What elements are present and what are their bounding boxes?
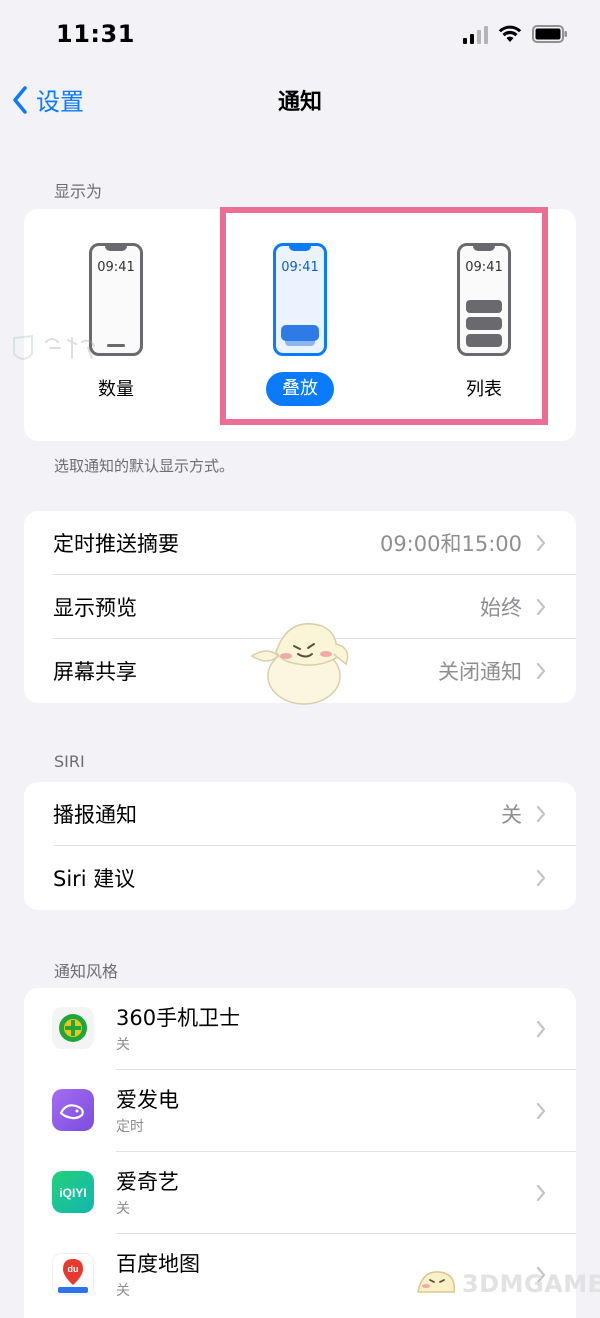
chevron-right-icon — [536, 534, 546, 552]
app-name: 360手机卫士 — [116, 1006, 241, 1030]
360-security-icon — [52, 1007, 94, 1049]
status-icons — [463, 24, 568, 44]
row-siri-suggestions[interactable]: Siri 建议 — [24, 846, 576, 910]
row-value: 09:00和15:00 — [379, 532, 522, 556]
row-announce-notifications[interactable]: 播报通知 关 — [24, 782, 576, 846]
chevron-right-icon — [536, 598, 546, 616]
app-row-360-security[interactable]: 360手机卫士 关 — [24, 988, 576, 1070]
app-status: 关 — [116, 1201, 130, 1217]
chevron-right-icon — [536, 1184, 546, 1202]
app-row-afdian[interactable]: 爱发电 定时 — [24, 1070, 576, 1152]
watermark-logo-icon — [13, 334, 95, 360]
duck-sticker-icon — [250, 623, 349, 705]
battery-icon — [532, 25, 568, 43]
app-status: 关 — [116, 1283, 130, 1299]
status-time: 11:31 — [56, 20, 135, 48]
row-label: 显示预览 — [53, 596, 137, 620]
siri-settings-group: 播报通知 关 Siri 建议 — [24, 782, 576, 910]
section-header-display-as: 显示为 — [54, 182, 103, 201]
svg-text:iQIYI: iQIYI — [59, 1186, 86, 1200]
iqiyi-icon: iQIYI — [52, 1171, 94, 1213]
annotation-highlight-box — [220, 207, 548, 425]
app-name: 爱发电 — [116, 1088, 179, 1112]
chevron-right-icon — [536, 662, 546, 680]
row-label: 屏幕共享 — [53, 660, 137, 684]
app-status: 定时 — [116, 1119, 144, 1135]
row-value: 关闭通知 — [438, 660, 522, 684]
app-name: 百度地图 — [116, 1252, 200, 1276]
row-scheduled-summary[interactable]: 定时推送摘要 09:00和15:00 — [24, 511, 576, 575]
row-label: 定时推送摘要 — [53, 532, 179, 556]
chevron-right-icon — [536, 1020, 546, 1038]
display-as-footnote: 选取通知的默认显示方式。 — [54, 457, 235, 475]
app-status: 关 — [116, 1037, 130, 1053]
section-header-notification-style: 通知风格 — [54, 962, 119, 981]
app-notification-list: 360手机卫士 关 爱发电 定时 iQIYI 爱奇艺 关 du 百度地图 关 — [24, 988, 576, 1318]
app-name: 爱奇艺 — [116, 1170, 179, 1194]
chevron-right-icon — [536, 869, 546, 887]
svg-text:du: du — [68, 1264, 79, 1274]
navigation-bar: 设置 通知 — [0, 70, 600, 130]
watermark-brand: 3DMGAME — [462, 1270, 600, 1298]
row-label: Siri 建议 — [53, 867, 136, 891]
duck-sticker-small-icon — [417, 1271, 455, 1293]
baidu-maps-icon: du — [52, 1253, 94, 1295]
wifi-icon — [498, 25, 522, 43]
display-option-count[interactable]: 09:41 数量 — [36, 209, 196, 441]
afdian-icon — [52, 1089, 94, 1131]
row-value: 关 — [501, 803, 522, 827]
chevron-right-icon — [536, 805, 546, 823]
app-row-iqiyi[interactable]: iQIYI 爱奇艺 关 — [24, 1152, 576, 1234]
section-header-siri: SIRI — [54, 752, 85, 771]
row-value: 始终 — [480, 596, 522, 620]
status-bar: 11:31 — [0, 0, 600, 70]
page-title: 通知 — [277, 90, 322, 115]
display-option-label: 数量 — [98, 379, 134, 400]
cellular-signal-icon — [463, 24, 488, 44]
chevron-right-icon — [536, 1102, 546, 1120]
row-label: 播报通知 — [53, 803, 137, 827]
